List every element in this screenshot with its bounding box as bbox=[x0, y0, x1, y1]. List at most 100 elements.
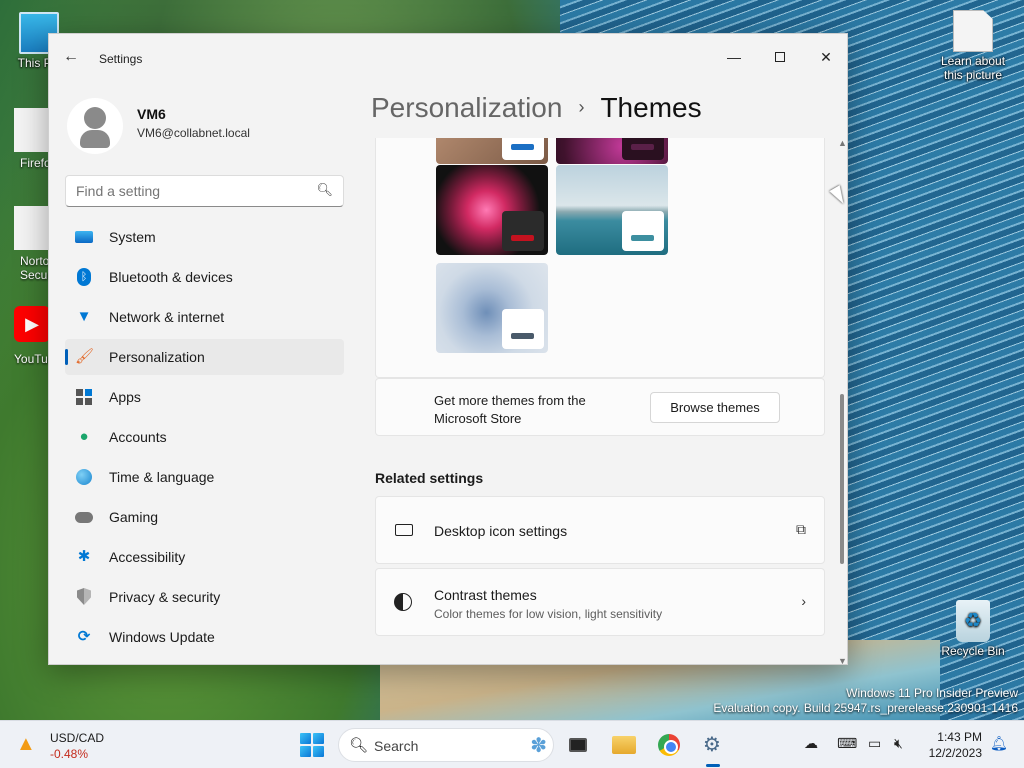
settings-window: ← Settings — ✕ VM6 VM6@collabnet.local 🔍… bbox=[48, 33, 848, 665]
settings-app-button[interactable]: ⚙ bbox=[698, 731, 726, 767]
keyboard-icon[interactable]: ⌨ bbox=[837, 735, 857, 752]
taskbar-search-label: Search bbox=[374, 738, 419, 754]
back-arrow-icon[interactable]: ← bbox=[63, 48, 79, 66]
volume-muted-icon[interactable]: 🔇︎ bbox=[894, 735, 903, 752]
minimize-button[interactable]: — bbox=[711, 42, 757, 72]
browse-themes-button[interactable]: Browse themes bbox=[650, 392, 780, 423]
task-view-button[interactable] bbox=[564, 731, 592, 759]
theme-color-chip bbox=[631, 235, 654, 241]
monitor-icon bbox=[394, 521, 414, 541]
apps-icon bbox=[75, 388, 93, 406]
title-bar[interactable]: ← Settings — ✕ bbox=[49, 34, 847, 82]
page-title: Themes bbox=[600, 92, 702, 123]
desktop-icon-settings-row[interactable]: Desktop icon settings ⧉ bbox=[375, 496, 825, 564]
globe-icon bbox=[75, 468, 93, 486]
theme-thumbnail-flow[interactable] bbox=[436, 263, 548, 353]
theme-color-chip bbox=[511, 333, 534, 339]
widget-title: USD/CAD bbox=[50, 731, 105, 745]
gear-icon: ⚙ bbox=[703, 734, 721, 756]
sidebar-item-accessibility[interactable]: ✱ Accessibility bbox=[65, 539, 344, 575]
chrome-button[interactable] bbox=[655, 731, 683, 759]
sidebar-item-gaming[interactable]: Gaming bbox=[65, 499, 344, 535]
youtube-icon[interactable] bbox=[14, 306, 50, 342]
sidebar-item-personalization[interactable]: 🖌︎ Personalization bbox=[65, 339, 344, 375]
taskbar: ▲ USD/CAD -0.48% 🔍︎ Search ✽ ⚙ ☁ ⌨ ▭ 🔇︎ … bbox=[0, 720, 1024, 768]
notification-bell-icon[interactable]: 🔔︎ bbox=[990, 735, 1008, 752]
currency-chart-icon: ▲ bbox=[16, 733, 36, 755]
sidebar-item-system[interactable]: System bbox=[65, 219, 344, 255]
theme-thumbnail[interactable] bbox=[556, 138, 668, 164]
chevron-right-icon: › bbox=[801, 593, 806, 609]
clock-time: 1:43 PM bbox=[937, 730, 982, 744]
user-name: VM6 bbox=[137, 106, 166, 122]
avatar[interactable] bbox=[67, 98, 123, 154]
desktop-icon-recycle-bin[interactable]: Recycle Bin bbox=[938, 600, 1008, 658]
onedrive-icon[interactable]: ☁ bbox=[804, 735, 818, 752]
theme-thumbnail-bloom-dark[interactable] bbox=[436, 165, 548, 255]
themes-gallery bbox=[375, 138, 825, 378]
maximize-button[interactable] bbox=[757, 42, 803, 72]
file-icon bbox=[953, 10, 993, 52]
get-more-themes-row: Get more themes from the Microsoft Store… bbox=[375, 378, 825, 436]
maximize-icon bbox=[775, 52, 785, 62]
search-icon[interactable]: 🔍︎ bbox=[316, 182, 333, 198]
windows-logo-icon bbox=[300, 733, 311, 744]
theme-color-chip bbox=[511, 235, 534, 241]
wifi-icon: ▼ bbox=[76, 308, 92, 325]
content-scrollbar[interactable]: ▲ ▼ bbox=[837, 138, 847, 664]
external-link-icon: ⧉ bbox=[796, 521, 806, 537]
update-icon: ⟳ bbox=[77, 628, 91, 645]
display-icon[interactable]: ▭ bbox=[868, 735, 881, 752]
related-settings-heading: Related settings bbox=[375, 470, 484, 486]
theme-thumbnail-lake[interactable] bbox=[556, 165, 668, 255]
sidebar-item-bluetooth[interactable]: ᛒ Bluetooth & devices bbox=[65, 259, 344, 295]
task-view-icon bbox=[569, 738, 587, 752]
app-title: Settings bbox=[99, 52, 143, 66]
theme-color-chip bbox=[631, 144, 654, 150]
folder-icon bbox=[612, 736, 636, 754]
store-text: Get more themes from the Microsoft Store bbox=[434, 393, 586, 426]
file-explorer-button[interactable] bbox=[610, 731, 638, 759]
firefox-icon[interactable] bbox=[14, 108, 50, 152]
contrast-themes-row[interactable]: Contrast themes Color themes for low vis… bbox=[375, 568, 825, 636]
search-highlight-icon: ✽ bbox=[530, 735, 547, 757]
user-email: VM6@collabnet.local bbox=[137, 126, 250, 140]
accounts-icon: ● bbox=[79, 428, 89, 445]
shield-icon bbox=[75, 588, 93, 606]
accessibility-icon: ✱ bbox=[77, 548, 91, 565]
norton-icon[interactable] bbox=[14, 206, 50, 250]
theme-color-chip bbox=[511, 144, 534, 150]
scroll-down-icon[interactable]: ▼ bbox=[838, 656, 847, 664]
system-icon bbox=[75, 228, 93, 246]
gamepad-icon bbox=[75, 508, 93, 526]
start-button[interactable] bbox=[300, 733, 324, 757]
recycle-bin-icon bbox=[956, 600, 990, 642]
bluetooth-icon: ᛒ bbox=[75, 268, 93, 286]
sidebar-item-windows-update[interactable]: ⟳ Windows Update bbox=[65, 619, 344, 655]
find-setting-box[interactable]: 🔍︎ bbox=[65, 175, 344, 207]
scroll-up-icon[interactable]: ▲ bbox=[838, 138, 847, 148]
sidebar-item-network[interactable]: ▼ Network & internet bbox=[65, 299, 344, 335]
build-watermark: Windows 11 Pro Insider Preview Evaluatio… bbox=[713, 686, 1018, 715]
sidebar-item-accounts[interactable]: ● Accounts bbox=[65, 419, 344, 455]
desktop-icon-norton-label: Norton Security bbox=[20, 254, 48, 282]
scrollbar-thumb[interactable] bbox=[840, 394, 844, 564]
taskbar-search[interactable]: 🔍︎ Search ✽ bbox=[338, 728, 554, 762]
clock-date: 12/2/2023 bbox=[928, 746, 982, 760]
search-input[interactable] bbox=[76, 183, 306, 199]
sidebar-item-time-language[interactable]: Time & language bbox=[65, 459, 344, 495]
breadcrumb-separator: › bbox=[578, 97, 585, 117]
breadcrumb: Personalization › Themes bbox=[371, 92, 702, 124]
content-pane: Get more themes from the Microsoft Store… bbox=[375, 138, 825, 664]
theme-thumbnail[interactable] bbox=[436, 138, 548, 164]
close-button[interactable]: ✕ bbox=[803, 42, 847, 72]
system-clock[interactable]: 1:43 PM 12/2/2023 bbox=[924, 729, 982, 761]
sidebar-item-apps[interactable]: Apps bbox=[65, 379, 344, 415]
desktop-icon-learn-picture[interactable]: Learn about this picture bbox=[938, 10, 1008, 82]
search-icon: 🔍︎ bbox=[349, 737, 369, 754]
brush-icon: 🖌︎ bbox=[75, 348, 95, 365]
chrome-icon bbox=[658, 734, 680, 756]
breadcrumb-parent[interactable]: Personalization bbox=[371, 92, 562, 123]
sidebar-item-privacy[interactable]: Privacy & security bbox=[65, 579, 344, 615]
widget-value: -0.48% bbox=[50, 747, 89, 761]
